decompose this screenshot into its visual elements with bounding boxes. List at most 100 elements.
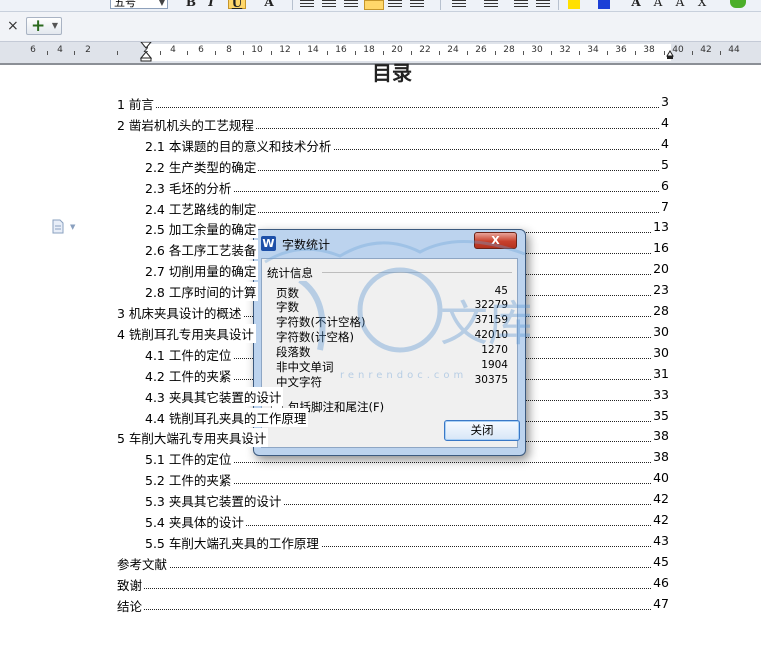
toc-page-number: 4 <box>659 114 669 130</box>
ruler-number: 12 <box>279 45 291 55</box>
toc-page-number: 13 <box>651 219 669 235</box>
stat-value: 1904 <box>481 359 508 371</box>
toc-entry-label: 2 凿岩机机头的工艺规程 <box>117 114 256 134</box>
formatting-toolbar: 五号 ▼ B I U A A A A X <box>0 0 761 12</box>
toc-entry[interactable]: 2.2 生产类型的确定 5 <box>0 156 761 177</box>
ruler-number: 22 <box>419 45 431 55</box>
toc-entry[interactable]: 5.4 夹具体的设计 42 <box>0 512 761 532</box>
underline-button[interactable]: U <box>228 0 246 10</box>
dialog-close-button[interactable]: X <box>474 232 517 249</box>
toc-entry[interactable]: 2.3 毛坯的分析 6 <box>0 177 761 198</box>
stat-row: 中文字符 30375 <box>276 374 508 389</box>
toc-entry-label: 2.3 毛坯的分析 <box>145 177 234 197</box>
close-button[interactable]: 关闭 <box>444 420 520 441</box>
toc-entry[interactable]: 参考文献 45 <box>0 553 761 574</box>
toc-page-number: 46 <box>651 574 669 590</box>
shrink-font-button[interactable]: A <box>652 0 664 9</box>
highlight-icon[interactable] <box>568 0 580 9</box>
stat-row: 字符数(不计空格) 37159 <box>276 314 508 329</box>
chevron-down-icon: ▼ <box>51 21 58 30</box>
stat-value: 37159 <box>474 314 508 326</box>
ruler-tick <box>495 51 496 55</box>
ruler-tick <box>327 51 328 55</box>
toc-entry-label: 2.4 工艺路线的制定 <box>145 198 259 218</box>
subscript-button[interactable]: X <box>696 0 708 9</box>
ruler-number: 36 <box>615 45 627 55</box>
font-size-select[interactable]: 五号 ▼ <box>110 0 168 9</box>
numbering-icon[interactable] <box>452 0 466 8</box>
toc-entry[interactable]: 2.1 本课题的目的意义和技术分析 4 <box>0 135 761 156</box>
close-tab-icon[interactable]: × <box>7 18 19 34</box>
align-left-icon[interactable] <box>300 0 314 8</box>
ruler-number: 44 <box>728 45 740 55</box>
decrease-indent-icon[interactable] <box>514 0 528 8</box>
toc-page-number: 20 <box>651 261 669 277</box>
align-right-icon[interactable] <box>344 0 358 8</box>
toc-entry-label: 4.4 铣削耳孔夹具的工作原理 <box>145 407 309 427</box>
toc-entry[interactable]: 5.3 夹具其它装置的设计 42 <box>0 491 761 511</box>
toc-entry-label: 1 前言 <box>117 94 156 113</box>
toc-entry[interactable]: 致谢 46 <box>0 574 761 595</box>
ruler-tick <box>579 51 580 55</box>
stat-row: 段落数 1270 <box>276 344 508 359</box>
toc-page-number: 7 <box>659 198 669 214</box>
ruler-tick <box>159 51 161 55</box>
toc-entry[interactable]: 2.4 工艺路线的制定 7 <box>0 198 761 219</box>
ruler-number: 34 <box>587 45 599 55</box>
bullets-icon[interactable] <box>484 0 498 8</box>
stat-value: 32279 <box>474 299 508 311</box>
toc-entry[interactable]: 1 前言 3 <box>0 94 761 114</box>
toc-entry[interactable]: 结论 47 <box>0 595 761 616</box>
ruler-tick <box>243 51 244 55</box>
undo-icon[interactable] <box>730 0 746 8</box>
toc-leader-dots <box>117 608 669 610</box>
toc-entry[interactable]: 5.5 车削大端孔夹具的工作原理 43 <box>0 532 761 553</box>
line-spacing-icon[interactable] <box>410 0 424 8</box>
toc-page-number: 35 <box>651 407 669 423</box>
ruler-tick <box>635 51 636 55</box>
toc-page-number: 43 <box>651 532 669 548</box>
dialog-titlebar[interactable]: W 字数统计 X <box>254 230 525 256</box>
ruler-number: 10 <box>251 45 263 55</box>
align-center-icon[interactable] <box>322 0 336 8</box>
font-color-button[interactable]: A <box>262 0 276 9</box>
ruler-tick <box>187 51 188 55</box>
toc-page-number: 45 <box>651 553 669 569</box>
increase-indent-icon[interactable] <box>536 0 550 8</box>
grow-font-button[interactable]: A <box>630 0 642 9</box>
ruler-tick <box>663 51 665 55</box>
ruler-number: 30 <box>531 45 543 55</box>
toc-page-number: 6 <box>659 177 669 193</box>
toc-page-number: 47 <box>651 595 669 611</box>
new-document-button[interactable]: + ▼ <box>26 16 62 36</box>
toolbar-separator <box>292 0 293 10</box>
right-indent-marker-icon[interactable] <box>666 50 674 60</box>
stat-row: 页数 45 <box>276 285 508 300</box>
toc-page-number: 28 <box>651 303 669 318</box>
ruler-tick <box>692 51 693 55</box>
ruler-number: 4 <box>57 45 63 55</box>
ruler-number: 2 <box>85 45 91 55</box>
stats-group-label: 统计信息 <box>267 265 316 281</box>
indent-marker-icon[interactable] <box>140 42 152 62</box>
toc-page-number: 23 <box>651 282 669 298</box>
ruler-number: 16 <box>335 45 347 55</box>
italic-button[interactable]: I <box>205 0 217 9</box>
toc-entry-label: 4.2 工件的夹紧 <box>145 365 234 385</box>
text-color-icon[interactable] <box>598 0 610 9</box>
stat-value: 30375 <box>474 374 508 386</box>
ruler-number: 24 <box>447 45 459 55</box>
bold-button[interactable]: B <box>185 0 197 9</box>
distribute-icon[interactable] <box>388 0 402 8</box>
toc-page-number: 33 <box>651 386 669 402</box>
toc-entry[interactable]: 2 凿岩机机头的工艺规程 4 <box>0 114 761 135</box>
wps-writer-icon: W <box>261 236 276 251</box>
stat-name: 字符数(不计空格) <box>276 315 366 329</box>
align-justify-button[interactable] <box>364 0 384 10</box>
toc-entry[interactable]: 5.2 工件的夹紧 40 <box>0 470 761 490</box>
clear-format-button[interactable]: A <box>674 0 686 9</box>
group-divider <box>322 272 512 273</box>
ruler-tick <box>355 51 356 55</box>
toc-page-number: 3 <box>659 94 669 109</box>
ruler-number: 14 <box>307 45 319 55</box>
